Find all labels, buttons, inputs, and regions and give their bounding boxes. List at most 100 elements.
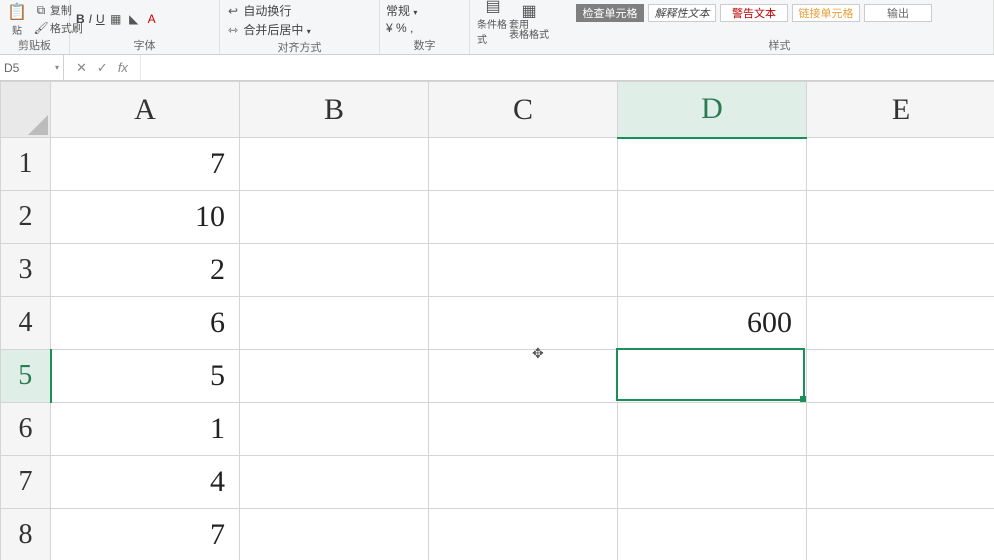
cell-D5[interactable]: [618, 350, 807, 403]
cell-B6[interactable]: [240, 403, 429, 456]
currency-button[interactable]: ¥: [386, 21, 393, 35]
cell-A1[interactable]: 7: [51, 138, 240, 191]
style-swatch-warn[interactable]: 警告文本: [720, 4, 788, 22]
cell-B8[interactable]: [240, 509, 429, 560]
number-format-select[interactable]: 常规 ▾: [386, 2, 417, 19]
cell-A8[interactable]: 7: [51, 509, 240, 560]
cell-A5[interactable]: 5: [51, 350, 240, 403]
cell-B7[interactable]: [240, 456, 429, 509]
paste-label: 贴: [12, 22, 22, 37]
italic-button[interactable]: I: [89, 12, 92, 26]
name-box[interactable]: D5 ▾: [0, 55, 64, 80]
cell-C8[interactable]: [429, 509, 618, 560]
wrap-label: 自动换行: [243, 4, 291, 18]
cell-C4[interactable]: [429, 297, 618, 350]
fx-icon[interactable]: fx: [118, 60, 128, 75]
fill-color-button[interactable]: ◣: [127, 12, 141, 26]
formula-bar[interactable]: [141, 55, 994, 80]
cell-A7[interactable]: 4: [51, 456, 240, 509]
cell-D7[interactable]: [618, 456, 807, 509]
column-header-D[interactable]: D: [618, 82, 807, 138]
comma-button[interactable]: ,: [410, 21, 413, 35]
cell-B2[interactable]: [240, 191, 429, 244]
cell-A3[interactable]: 2: [51, 244, 240, 297]
cell-D4[interactable]: 600: [618, 297, 807, 350]
column-header-E[interactable]: E: [807, 82, 994, 138]
cell-D2[interactable]: [618, 191, 807, 244]
accept-formula-button[interactable]: ✓: [97, 60, 108, 76]
row-header-4[interactable]: 4: [1, 297, 51, 350]
ribbon-group-alignment: ↩ 自动换行 ⇿ 合并后居中 ▾ 对齐方式: [220, 0, 380, 54]
row-header-5[interactable]: 5: [1, 350, 51, 403]
cancel-formula-button[interactable]: ✕: [76, 60, 87, 76]
cell-E3[interactable]: [807, 244, 994, 297]
cell-C3[interactable]: [429, 244, 618, 297]
cell-E7[interactable]: [807, 456, 994, 509]
cell-D8[interactable]: [618, 509, 807, 560]
cell-E4[interactable]: [807, 297, 994, 350]
cell-A4[interactable]: 6: [51, 297, 240, 350]
conditional-format-button[interactable]: ▤ 条件格式: [476, 6, 510, 36]
merge-icon: ⇿: [226, 23, 240, 37]
ribbon: 📋 贴 ⧉ 复制 🖌 格式刷 剪贴板 B I U ▦ ◣ A: [0, 0, 994, 55]
number-group-label: 数字: [386, 36, 463, 53]
cell-B1[interactable]: [240, 138, 429, 191]
bold-button[interactable]: B: [76, 12, 85, 26]
cell-B3[interactable]: [240, 244, 429, 297]
merge-center-button[interactable]: ⇿ 合并后居中 ▾: [226, 21, 311, 38]
table-format-icon: ▦: [521, 1, 536, 21]
paste-button[interactable]: 📋 贴: [6, 4, 28, 34]
style-swatch-output[interactable]: 输出: [864, 4, 932, 22]
fill-icon: ◣: [127, 12, 141, 26]
row-header-7[interactable]: 7: [1, 456, 51, 509]
ribbon-group-number: 常规 ▾ ¥ % , 数字: [380, 0, 470, 54]
table-format-button[interactable]: ▦ 套用 表格格式: [512, 6, 546, 36]
cell-C6[interactable]: [429, 403, 618, 456]
wrap-text-button[interactable]: ↩ 自动换行: [226, 2, 291, 19]
underline-button[interactable]: U: [96, 12, 105, 26]
cell-A2[interactable]: 10: [51, 191, 240, 244]
copy-label: 复制: [50, 2, 72, 18]
cell-C5[interactable]: [429, 350, 618, 403]
cell-D6[interactable]: [618, 403, 807, 456]
column-header-C[interactable]: C: [429, 82, 618, 138]
percent-button[interactable]: %: [396, 21, 407, 35]
row-header-1[interactable]: 1: [1, 138, 51, 191]
paste-icon: 📋: [7, 2, 27, 22]
cell-D3[interactable]: [618, 244, 807, 297]
formula-bar-row: D5 ▾ ✕ ✓ fx: [0, 55, 994, 81]
row-header-6[interactable]: 6: [1, 403, 51, 456]
ribbon-group-formatting: ▤ 条件格式 ▦ 套用 表格格式: [470, 0, 566, 54]
cell-C1[interactable]: [429, 138, 618, 191]
cell-C2[interactable]: [429, 191, 618, 244]
copy-icon: ⧉: [34, 3, 48, 17]
cell-E5[interactable]: [807, 350, 994, 403]
row-header-8[interactable]: 8: [1, 509, 51, 560]
column-header-B[interactable]: B: [240, 82, 429, 138]
row-header-3[interactable]: 3: [1, 244, 51, 297]
cell-A6[interactable]: 1: [51, 403, 240, 456]
alignment-group-label: 对齐方式: [226, 38, 373, 55]
cell-E1[interactable]: [807, 138, 994, 191]
style-swatch-check[interactable]: 检查单元格: [576, 4, 644, 22]
cell-E8[interactable]: [807, 509, 994, 560]
styles-group-label: 样式: [572, 36, 987, 53]
style-swatch-explain[interactable]: 解释性文本: [648, 4, 716, 22]
cell-D1[interactable]: [618, 138, 807, 191]
select-all-corner[interactable]: [1, 82, 51, 138]
cell-E6[interactable]: [807, 403, 994, 456]
spreadsheet-grid[interactable]: ABCDE 17210324660055617487 ✥: [0, 81, 994, 560]
column-header-A[interactable]: A: [51, 82, 240, 138]
cell-B4[interactable]: [240, 297, 429, 350]
row-header-2[interactable]: 2: [1, 191, 51, 244]
number-format-value: 常规: [386, 4, 410, 18]
style-swatch-link[interactable]: 链接单元格: [792, 4, 860, 22]
name-box-value: D5: [4, 61, 19, 75]
cell-E2[interactable]: [807, 191, 994, 244]
chevron-down-icon: ▾: [55, 63, 59, 72]
cell-B5[interactable]: [240, 350, 429, 403]
border-button[interactable]: ▦: [109, 12, 123, 26]
ribbon-group-font: B I U ▦ ◣ A 字体: [70, 0, 220, 54]
cell-C7[interactable]: [429, 456, 618, 509]
font-color-button[interactable]: A: [145, 12, 159, 26]
